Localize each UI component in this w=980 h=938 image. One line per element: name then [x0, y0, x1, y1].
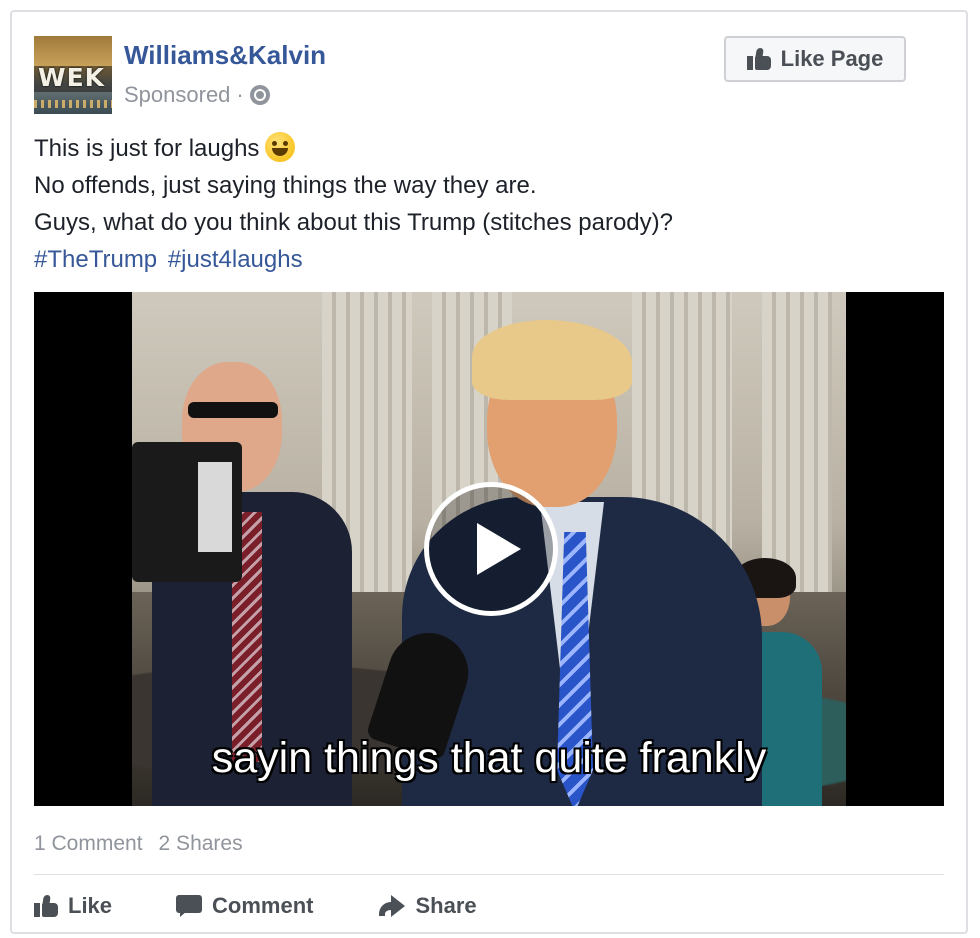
like-page-label: Like Page [780, 46, 884, 71]
message-line-3: Guys, what do you think about this Trump… [34, 209, 673, 236]
comment-bubble-icon [176, 895, 203, 917]
share-label: Share [415, 893, 477, 918]
news-camera [132, 442, 242, 582]
play-icon [477, 523, 521, 575]
play-button[interactable] [424, 482, 558, 616]
message-line-1: This is just for laughs [34, 130, 934, 167]
avatar-city-lights [34, 100, 112, 108]
share-button[interactable]: Share [377, 888, 477, 924]
thumbs-up-icon [34, 895, 58, 917]
post-message: This is just for laughs No offends, just… [34, 130, 934, 278]
thumbs-up-icon [746, 48, 771, 70]
sponsored-post-card: WEK Williams&Kalvin Sponsored · Like Pag… [10, 10, 968, 934]
hashtag-just4laughs[interactable]: #just4laughs [168, 246, 303, 273]
globe-icon[interactable] [249, 85, 270, 105]
like-page-button[interactable]: Like Page [724, 36, 906, 82]
comment-button[interactable]: Comment [176, 888, 313, 924]
page-avatar[interactable]: WEK [34, 36, 112, 114]
post-meta: Sponsored · [124, 82, 270, 108]
hashtag-thetrump[interactable]: #TheTrump [34, 246, 157, 273]
like-button[interactable]: Like [34, 888, 112, 924]
share-arrow-icon [377, 895, 406, 917]
avatar-logo-text: WEK [38, 63, 106, 92]
post-stats: 1 Comment 2 Shares [34, 832, 243, 856]
hashtags: #TheTrump #just4laughs [34, 241, 934, 278]
comment-label: Comment [212, 893, 314, 918]
actions-divider [34, 874, 944, 875]
message-line-2: No offends, just saying things the way t… [34, 172, 537, 199]
video-player[interactable]: sayin things that quite frankly [34, 292, 944, 806]
comment-count-link[interactable]: 1 Comment [34, 832, 143, 856]
share-count-link[interactable]: 2 Shares [159, 832, 243, 856]
page-name-link[interactable]: Williams&Kalvin [124, 40, 326, 71]
video-caption: sayin things that quite frankly [211, 734, 767, 782]
like-label: Like [68, 893, 113, 918]
meta-separator: · [236, 82, 244, 107]
sponsored-label[interactable]: Sponsored [124, 82, 230, 108]
speaker-hair [472, 320, 632, 400]
smiley-emoji-icon [265, 132, 296, 162]
post-actions: Like Comment Share [34, 888, 541, 924]
message-text-1: This is just for laughs [34, 135, 260, 162]
